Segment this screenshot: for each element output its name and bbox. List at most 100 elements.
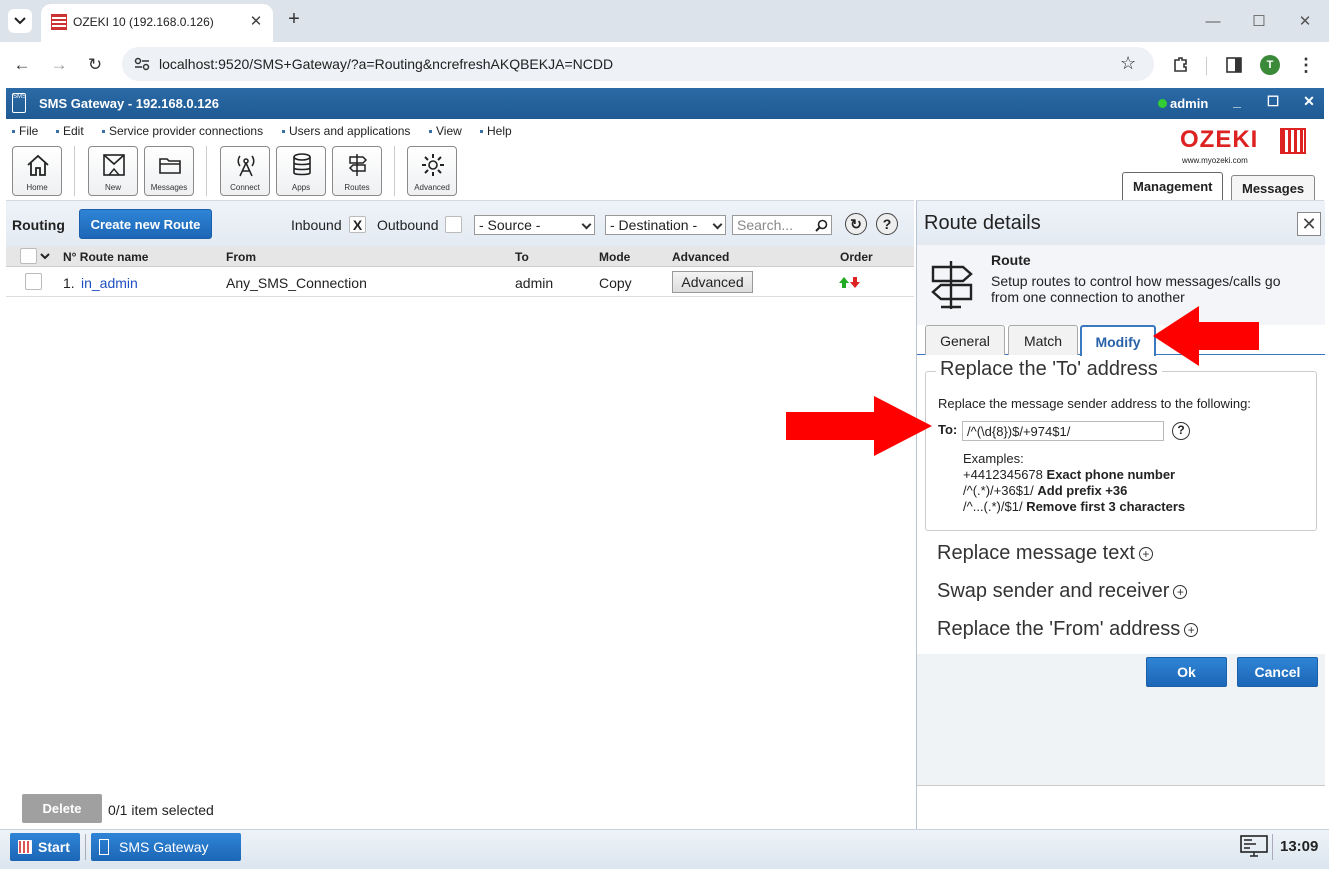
connect-button[interactable]: Connect [220, 146, 270, 196]
minimize-window-icon[interactable]: — [1190, 6, 1236, 36]
cancel-button[interactable]: Cancel [1237, 657, 1318, 687]
inbound-checkbox[interactable]: X [349, 216, 366, 233]
taskbar-sms-gateway[interactable]: SMS Gateway [91, 833, 241, 861]
column-to[interactable]: To [515, 250, 529, 264]
tab-modify[interactable]: Modify [1080, 325, 1156, 356]
menu-help[interactable]: Help [480, 124, 512, 138]
bookmark-star-icon[interactable]: ☆ [1120, 53, 1136, 74]
route-info-box: Route Setup routes to control how messag… [917, 245, 1325, 325]
table-row[interactable]: 1. in_admin Any_SMS_Connection admin Cop… [6, 267, 914, 297]
clock: 13:09 [1280, 838, 1319, 855]
column-advanced[interactable]: Advanced [672, 250, 729, 264]
maximize-window-icon[interactable]: ☐ [1236, 6, 1282, 36]
search-input[interactable]: Search... [732, 215, 832, 235]
delete-button[interactable]: Delete [22, 794, 102, 823]
profile-avatar[interactable]: T [1258, 53, 1282, 77]
row-checkbox[interactable] [25, 273, 42, 290]
column-from[interactable]: From [226, 250, 256, 264]
routing-header: Routing Create new Route Inbound X Outbo… [6, 201, 914, 247]
menu-file[interactable]: File [12, 124, 38, 138]
tab-match[interactable]: Match [1008, 325, 1078, 355]
app-titlebar: SMS SMS Gateway - 192.168.0.126 admin _ … [6, 88, 1324, 119]
replace-from-section[interactable]: Replace the 'From' address + [937, 618, 1199, 641]
help-icon[interactable]: ? [1172, 422, 1190, 440]
logged-in-user[interactable]: admin [1158, 96, 1208, 111]
app-maximize-icon[interactable]: ☐ [1263, 93, 1283, 110]
routes-table-header: N° Route name From To Mode Advanced Orde… [6, 247, 914, 267]
swap-sender-receiver-section[interactable]: Swap sender and receiver + [937, 580, 1188, 603]
ozeki-logo-icon [1280, 128, 1306, 154]
help-icon[interactable]: ? [876, 213, 898, 235]
column-mode[interactable]: Mode [599, 250, 630, 264]
antenna-icon [237, 155, 255, 177]
routing-footer: Delete 0/1 item selected [6, 786, 914, 830]
chevron-down-icon [14, 17, 26, 25]
address-bar[interactable]: localhost:9520/SMS+Gateway/?a=Routing&nc… [122, 47, 1154, 81]
route-to: admin [515, 275, 554, 291]
expand-icon[interactable]: + [1138, 546, 1153, 561]
toolbar-divider [1206, 57, 1207, 75]
menu-service-provider-connections[interactable]: Service provider connections [102, 124, 263, 138]
close-window-icon[interactable]: ✕ [1282, 6, 1328, 36]
taskbar-separator [1272, 834, 1273, 860]
column-route-name[interactable]: N° Route name [63, 250, 148, 264]
row-advanced-button[interactable]: Advanced [672, 271, 753, 293]
menu-users-and-applications[interactable]: Users and applications [282, 124, 410, 138]
expand-icon[interactable]: + [1184, 622, 1199, 637]
tab-general[interactable]: General [925, 325, 1005, 355]
refresh-icon[interactable]: ↻ [845, 213, 867, 235]
home-button[interactable]: Home [12, 146, 62, 196]
search-icon[interactable] [815, 219, 828, 232]
select-all-checkbox[interactable] [20, 248, 37, 264]
tab-list-button[interactable] [8, 9, 32, 33]
chevron-down-icon[interactable] [40, 253, 50, 260]
route-name-link[interactable]: in_admin [81, 275, 138, 291]
expand-icon[interactable]: + [1173, 584, 1188, 599]
create-new-route-button[interactable]: Create new Route [79, 209, 212, 239]
source-select[interactable]: - Source - [474, 215, 595, 235]
annotation-arrow-icon [786, 396, 932, 456]
examples-title: Examples: [963, 451, 1024, 466]
messages-button[interactable]: Messages [144, 146, 194, 196]
gear-icon [422, 154, 444, 176]
move-down-icon[interactable] [850, 277, 860, 288]
new-button[interactable]: New [88, 146, 138, 196]
taskbar-separator [85, 834, 86, 860]
route-from: Any_SMS_Connection [226, 275, 367, 291]
route-info-title: Route [991, 252, 1031, 268]
browser-menu-icon[interactable]: ⋮ [1294, 53, 1318, 77]
advanced-button[interactable]: Advanced [407, 146, 457, 196]
menu-edit[interactable]: Edit [56, 124, 84, 138]
close-icon[interactable]: ✕ [1297, 212, 1321, 236]
menu-view[interactable]: View [429, 124, 462, 138]
ok-button[interactable]: Ok [1146, 657, 1227, 687]
start-button[interactable]: Start [10, 833, 80, 861]
sms-app-icon [99, 839, 109, 855]
replace-to-legend[interactable]: Replace the 'To' address [936, 358, 1162, 381]
new-tab-button[interactable]: + [283, 9, 305, 31]
annotation-arrow-icon [1153, 306, 1259, 366]
destination-select[interactable]: - Destination - [605, 215, 726, 235]
back-icon[interactable]: ← [10, 53, 34, 77]
selection-status: 0/1 item selected [108, 802, 214, 818]
tab-messages[interactable]: Messages [1231, 175, 1316, 200]
routes-button[interactable]: Routes [332, 146, 382, 196]
to-address-input[interactable]: /^(\d{8})$/+974$1/ [962, 421, 1164, 441]
column-order[interactable]: Order [840, 250, 873, 264]
site-settings-icon[interactable] [134, 57, 150, 71]
browser-tab[interactable]: OZEKI 10 (192.168.0.126) ✕ [41, 4, 273, 42]
forward-icon[interactable]: → [47, 53, 71, 77]
replace-message-text-section[interactable]: Replace message text + [937, 542, 1153, 565]
reload-icon[interactable]: ↻ [83, 53, 107, 77]
apps-button[interactable]: Apps [276, 146, 326, 196]
monitor-icon[interactable] [1240, 835, 1268, 859]
tab-management[interactable]: Management [1122, 172, 1224, 200]
browser-tab-title: OZEKI 10 (192.168.0.126) [73, 15, 214, 29]
app-close-icon[interactable]: ✕ [1299, 93, 1319, 110]
side-panel-icon[interactable] [1222, 53, 1246, 77]
app-minimize-icon[interactable]: _ [1227, 93, 1247, 109]
outbound-checkbox[interactable] [445, 216, 462, 233]
extensions-icon[interactable] [1168, 53, 1192, 77]
close-tab-icon[interactable]: ✕ [247, 12, 265, 30]
move-up-icon[interactable] [839, 277, 849, 288]
